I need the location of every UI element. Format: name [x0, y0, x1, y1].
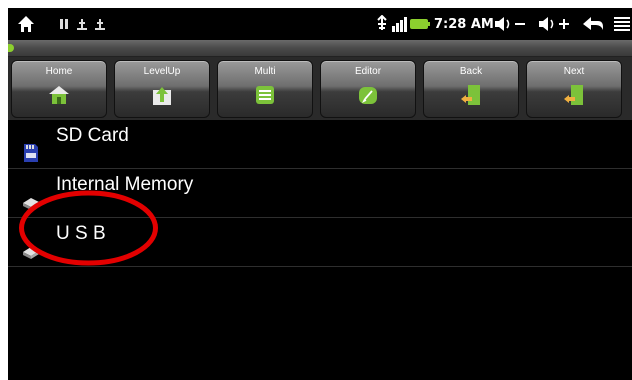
- volume-up-icon[interactable]: [538, 8, 572, 40]
- notification-icons: [60, 8, 120, 40]
- next-exit-icon: [564, 85, 583, 105]
- next-button-label: Next: [563, 66, 585, 77]
- levelup-button-label: LevelUp: [143, 66, 181, 77]
- editor-button-label: Editor: [354, 66, 382, 77]
- level-up-icon: [153, 87, 171, 105]
- internal-memory-icon: [23, 198, 39, 210]
- status-bar: 7:28 AM: [8, 8, 632, 40]
- list-item-sd-card[interactable]: SD Card: [8, 120, 632, 169]
- multi-select-icon: [256, 86, 274, 104]
- back-icon[interactable]: [582, 8, 604, 40]
- usb-drive-icon: [23, 247, 39, 259]
- sd-card-icon: [24, 144, 38, 162]
- list-item-label: SD Card: [56, 125, 129, 146]
- home-icon: [49, 86, 69, 104]
- list-item-internal-memory[interactable]: Internal Memory: [8, 169, 632, 218]
- next-button[interactable]: Next: [526, 60, 622, 118]
- battery-icon: [410, 8, 430, 40]
- home-button[interactable]: Home: [11, 60, 107, 118]
- multi-button[interactable]: Multi: [217, 60, 313, 118]
- back-button[interactable]: Back: [423, 60, 519, 118]
- multi-button-label: Multi: [254, 66, 276, 77]
- list-item-label: U S B: [56, 223, 106, 244]
- editor-icon: [359, 87, 377, 104]
- clock-time: 7:28 AM: [434, 16, 494, 32]
- editor-button[interactable]: Editor: [320, 60, 416, 118]
- toolbar: Home LevelUp Multi Editor Back Next: [8, 57, 632, 120]
- list-item-label: Internal Memory: [56, 174, 194, 195]
- progress-fill: [8, 44, 14, 52]
- storage-progress-strip: [8, 40, 632, 57]
- tablet-screen: 7:28 AM Home LevelUp Multi Editor Back N…: [8, 8, 632, 380]
- volume-down-icon[interactable]: [494, 8, 528, 40]
- levelup-button[interactable]: LevelUp: [114, 60, 210, 118]
- list-item-usb[interactable]: U S B: [8, 218, 632, 267]
- home-icon[interactable]: [16, 8, 36, 40]
- back-exit-icon: [461, 85, 480, 105]
- home-button-label: Home: [45, 66, 73, 77]
- usb-storage-icon: [376, 8, 388, 40]
- back-button-label: Back: [459, 66, 483, 77]
- signal-icon: [392, 8, 408, 40]
- menu-icon[interactable]: [614, 8, 630, 40]
